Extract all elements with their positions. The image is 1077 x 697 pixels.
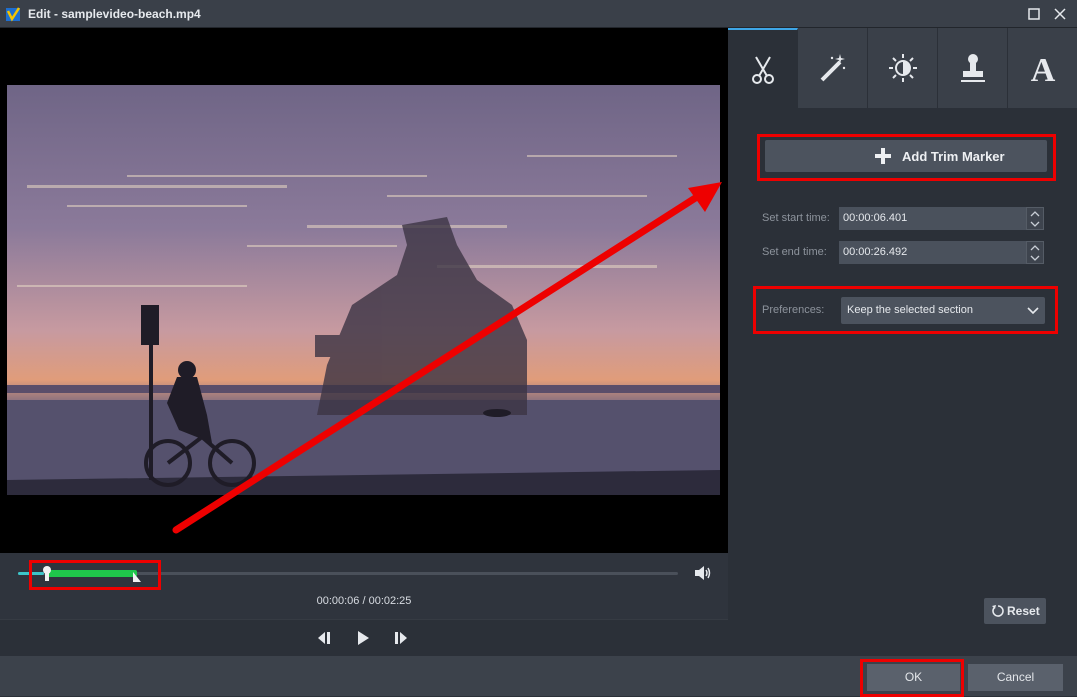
start-time-field[interactable]: 00:00:06.401 (839, 207, 1026, 230)
reset-button[interactable]: Reset (984, 598, 1046, 624)
start-time-label: Set start time: (762, 212, 830, 224)
close-icon[interactable] (1050, 4, 1070, 24)
dialog-button-bar: OK Cancel (0, 656, 1077, 697)
start-time-stepper[interactable] (1026, 207, 1044, 230)
cancel-button[interactable]: Cancel (968, 664, 1063, 691)
chevron-up-icon[interactable] (1030, 210, 1040, 218)
add-trim-highlight (757, 134, 1056, 181)
reset-icon (992, 605, 1004, 617)
chevron-down-icon[interactable] (1030, 220, 1040, 228)
tab-adjust[interactable] (868, 28, 938, 108)
edit-side-panel: A Add Trim Marker Set start time: 00:00:… (728, 28, 1077, 656)
video-frame (7, 85, 720, 495)
tab-text[interactable]: A (1008, 28, 1077, 108)
scissors-icon (752, 56, 774, 84)
title-bar: Edit - samplevideo-beach.mp4 (0, 0, 1077, 28)
maximize-icon[interactable] (1024, 4, 1044, 24)
playback-controls (0, 619, 728, 656)
previous-frame-icon[interactable] (314, 629, 332, 647)
end-time-label: Set end time: (762, 246, 827, 258)
app-logo-icon (6, 7, 21, 22)
edit-tabs: A (728, 28, 1077, 108)
brightness-icon (889, 54, 917, 82)
video-preview (0, 28, 728, 553)
magic-wand-icon (820, 54, 846, 82)
timecode: 00:00:06 / 00:02:25 (316, 595, 412, 607)
tab-effects[interactable] (798, 28, 868, 108)
end-time-stepper[interactable] (1026, 241, 1044, 264)
timeline: 00:00:06 / 00:02:25 (0, 553, 728, 619)
preferences-highlight (753, 286, 1058, 334)
stamp-icon (961, 54, 985, 82)
play-icon[interactable] (354, 629, 372, 647)
end-time-field[interactable]: 00:00:26.492 (839, 241, 1026, 264)
reset-label: Reset (1007, 604, 1040, 618)
text-icon: A (1031, 52, 1056, 84)
tab-trim[interactable] (728, 28, 798, 108)
trim-range-highlight (29, 560, 161, 590)
next-frame-icon[interactable] (393, 629, 411, 647)
volume-icon[interactable] (694, 565, 712, 581)
ok-highlight (860, 659, 964, 697)
tab-watermark[interactable] (938, 28, 1008, 108)
chevron-up-icon[interactable] (1030, 244, 1040, 252)
window-title: Edit - samplevideo-beach.mp4 (28, 7, 201, 21)
svg-text:A: A (1031, 52, 1056, 84)
chevron-down-icon[interactable] (1030, 254, 1040, 262)
